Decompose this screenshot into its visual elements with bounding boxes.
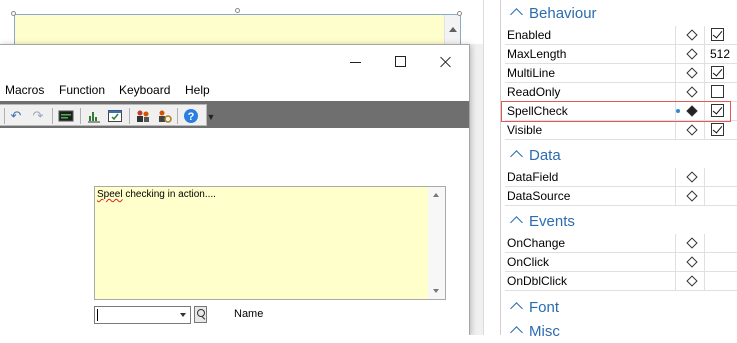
property-name: MultiLine bbox=[507, 66, 556, 80]
name-label: Name bbox=[234, 308, 264, 320]
toolbar-separator bbox=[4, 108, 5, 124]
multiline-checkbox[interactable] bbox=[711, 66, 724, 79]
property-inspector: Behaviour Enabled MaxLength 512 MultiLin… bbox=[500, 0, 737, 340]
maximize-button[interactable] bbox=[390, 53, 410, 71]
chevron-up-icon[interactable] bbox=[510, 8, 523, 21]
property-name: MaxLength bbox=[507, 47, 567, 61]
diamond-icon[interactable] bbox=[686, 29, 698, 41]
section-behaviour[interactable]: Behaviour bbox=[509, 5, 597, 25]
toolbar-strip: ↶ ↷ ? bbox=[0, 104, 207, 126]
name-combobox[interactable] bbox=[94, 306, 191, 324]
user-settings-icon[interactable] bbox=[156, 108, 172, 124]
diamond-icon[interactable] bbox=[686, 124, 698, 136]
menu-help[interactable]: Help bbox=[185, 83, 210, 97]
section-font[interactable]: Font bbox=[509, 299, 559, 319]
property-name: ReadOnly bbox=[507, 85, 561, 99]
property-row-readonly[interactable]: ReadOnly bbox=[505, 83, 737, 102]
chevron-up-icon[interactable] bbox=[510, 326, 523, 339]
toolbar-separator bbox=[52, 108, 53, 124]
resize-handle-top[interactable] bbox=[235, 8, 240, 13]
spellcheck-memo[interactable]: Speel checking in action.... bbox=[94, 186, 446, 300]
enabled-checkbox[interactable] bbox=[711, 28, 724, 41]
title-bar[interactable] bbox=[0, 45, 469, 79]
scroll-down-icon[interactable] bbox=[433, 289, 439, 293]
property-row-maxlength[interactable]: MaxLength 512 bbox=[505, 45, 737, 64]
panel-splitter[interactable] bbox=[483, 0, 500, 335]
form-designer: Macros Function Keyboard Help ↶ ↷ ? ▼ Sp… bbox=[0, 0, 483, 335]
form-check-icon[interactable] bbox=[107, 108, 123, 124]
toolbar-overflow-icon[interactable]: ▼ bbox=[203, 109, 219, 125]
property-name: DataField bbox=[507, 170, 559, 184]
undo-icon[interactable]: ↶ bbox=[8, 108, 24, 124]
property-name: OnDblClick bbox=[507, 274, 568, 288]
menu-macros[interactable]: Macros bbox=[5, 83, 44, 97]
toolbar: ↶ ↷ ? ▼ bbox=[0, 101, 469, 128]
visible-checkbox[interactable] bbox=[711, 123, 724, 136]
users-icon[interactable] bbox=[135, 108, 151, 124]
property-name: OnClick bbox=[507, 255, 550, 269]
lookup-button[interactable] bbox=[194, 306, 207, 323]
property-row-onclick[interactable]: OnClick bbox=[505, 253, 737, 272]
spellcheck-highlight bbox=[501, 101, 731, 122]
close-button[interactable] bbox=[436, 53, 456, 71]
redo-icon[interactable]: ↷ bbox=[30, 108, 46, 124]
diamond-icon[interactable] bbox=[686, 171, 698, 183]
menu-function[interactable]: Function bbox=[59, 83, 105, 97]
diamond-icon[interactable] bbox=[686, 256, 698, 268]
resize-handle-top-left[interactable] bbox=[11, 11, 16, 16]
scroll-up-icon[interactable] bbox=[449, 27, 457, 32]
section-misc[interactable]: Misc bbox=[509, 323, 560, 343]
chevron-up-icon[interactable] bbox=[510, 150, 523, 163]
misspelled-word[interactable]: Speel bbox=[97, 189, 123, 200]
chevron-down-icon[interactable] bbox=[180, 313, 186, 317]
help-icon[interactable]: ? bbox=[183, 108, 199, 124]
readonly-checkbox[interactable] bbox=[711, 85, 724, 98]
diamond-icon[interactable] bbox=[686, 48, 698, 60]
menu-bar: Macros Function Keyboard Help bbox=[0, 79, 469, 101]
maxlength-value[interactable]: 512 bbox=[710, 47, 730, 61]
property-row-onchange[interactable]: OnChange bbox=[505, 234, 737, 253]
minimize-button[interactable] bbox=[346, 53, 366, 71]
toolbar-separator bbox=[80, 108, 81, 124]
diamond-icon[interactable] bbox=[686, 237, 698, 249]
svg-text:?: ? bbox=[188, 111, 195, 123]
property-row-datasource[interactable]: DataSource bbox=[505, 187, 737, 206]
property-name: Enabled bbox=[507, 28, 552, 42]
property-row-datafield[interactable]: DataField bbox=[505, 168, 737, 187]
property-row-enabled[interactable]: Enabled bbox=[505, 26, 737, 45]
terminal-icon[interactable] bbox=[58, 108, 74, 124]
section-events[interactable]: Events bbox=[509, 213, 575, 233]
property-name: OnChange bbox=[507, 236, 566, 250]
scroll-up-icon[interactable] bbox=[433, 193, 439, 197]
form-client-area: Speel checking in action.... Name bbox=[0, 128, 469, 335]
diamond-icon[interactable] bbox=[686, 190, 698, 202]
memo-text-rest: checking in action.... bbox=[122, 189, 216, 200]
memo-text: Speel checking in action.... bbox=[97, 189, 216, 200]
property-row-ondblclick[interactable]: OnDblClick bbox=[505, 272, 737, 291]
property-row-visible[interactable]: Visible bbox=[505, 121, 737, 140]
menu-keyboard[interactable]: Keyboard bbox=[119, 83, 170, 97]
chevron-up-icon[interactable] bbox=[510, 216, 523, 229]
toolbar-separator bbox=[129, 108, 130, 124]
resize-handle-top-right[interactable] bbox=[457, 11, 462, 16]
property-name: Visible bbox=[507, 123, 543, 137]
property-name: DataSource bbox=[507, 189, 571, 203]
section-data[interactable]: Data bbox=[509, 147, 561, 167]
chart-icon[interactable] bbox=[86, 108, 102, 124]
property-row-multiline[interactable]: MultiLine bbox=[505, 64, 737, 83]
designer-edge bbox=[469, 44, 483, 335]
chevron-up-icon[interactable] bbox=[510, 302, 523, 315]
toolbar-separator bbox=[177, 108, 178, 124]
text-caret bbox=[97, 309, 98, 321]
app-window: Macros Function Keyboard Help ↶ ↷ ? ▼ Sp… bbox=[0, 44, 470, 335]
diamond-icon[interactable] bbox=[686, 67, 698, 79]
memo-scrollbar[interactable] bbox=[428, 187, 445, 299]
diamond-icon[interactable] bbox=[686, 275, 698, 287]
diamond-icon[interactable] bbox=[686, 86, 698, 98]
